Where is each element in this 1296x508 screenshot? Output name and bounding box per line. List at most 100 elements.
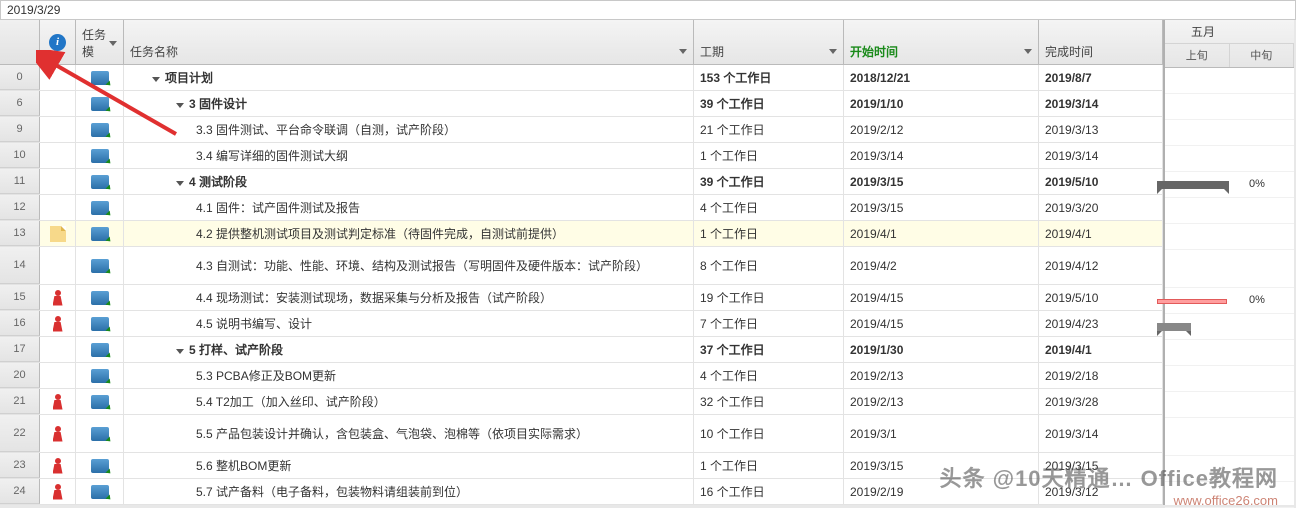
dur-cell[interactable]: 1 个工作日 — [694, 143, 844, 168]
row-number[interactable]: 0 — [0, 65, 40, 90]
row-number[interactable]: 17 — [0, 337, 40, 362]
dur-cell[interactable]: 7 个工作日 — [694, 311, 844, 336]
start-cell[interactable]: 2019/4/1 — [844, 221, 1039, 246]
row-number[interactable]: 15 — [0, 285, 40, 310]
task-name-cell[interactable]: 3 固件设计 — [124, 91, 694, 116]
finish-cell[interactable]: 2019/2/18 — [1039, 363, 1163, 388]
table-row[interactable]: 24 5.7 试产备料（电子备料，包装物料请组装前到位）16 个工作日2019/2… — [0, 479, 1163, 505]
task-name-cell[interactable]: 项目计划 — [124, 65, 694, 90]
row-number[interactable]: 11 — [0, 169, 40, 194]
collapse-icon[interactable] — [176, 181, 184, 186]
finish-cell[interactable]: 2019/4/1 — [1039, 221, 1163, 246]
start-cell[interactable]: 2019/2/19 — [844, 479, 1039, 504]
row-number[interactable]: 10 — [0, 143, 40, 168]
table-row[interactable]: 225.5 产品包装设计并确认，含包装盒、气泡袋、泡棉等（依项目实际需求）10 … — [0, 415, 1163, 453]
dur-cell[interactable]: 19 个工作日 — [694, 285, 844, 310]
finish-cell[interactable]: 2019/5/10 — [1039, 285, 1163, 310]
dur-cell[interactable]: 37 个工作日 — [694, 337, 844, 362]
task-name-cell[interactable]: 5.4 T2加工（加入丝印、试产阶段） — [124, 389, 694, 414]
row-number[interactable]: 14 — [0, 247, 40, 284]
table-row[interactable]: 21 5.4 T2加工（加入丝印、试产阶段）32 个工作日2019/2/13201… — [0, 389, 1163, 415]
row-number[interactable]: 13 — [0, 221, 40, 246]
header-name[interactable]: 任务名称 — [124, 20, 694, 64]
collapse-icon[interactable] — [176, 349, 184, 354]
finish-cell[interactable]: 2019/3/15 — [1039, 453, 1163, 478]
task-name-cell[interactable]: 4.3 自测试：功能、性能、环境、结构及测试报告（写明固件及硬件版本：试产阶段） — [124, 247, 694, 284]
table-row[interactable]: 14 4.3 自测试：功能、性能、环境、结构及测试报告（写明固件及硬件版本：试产阶… — [0, 247, 1163, 285]
table-row[interactable]: 103.4 编写详细的固件测试大纲1 个工作日2019/3/142019/3/1… — [0, 143, 1163, 169]
task-name-cell[interactable]: 3.3 固件测试、平台命令联调（自测，试产阶段） — [124, 117, 694, 142]
row-number[interactable]: 21 — [0, 389, 40, 414]
start-cell[interactable]: 2019/1/30 — [844, 337, 1039, 362]
start-cell[interactable]: 2019/2/13 — [844, 389, 1039, 414]
row-number[interactable]: 12 — [0, 195, 40, 220]
row-number[interactable]: 24 — [0, 479, 40, 504]
table-row[interactable]: 235.6 整机BOM更新1 个工作日2019/3/152019/3/15 — [0, 453, 1163, 479]
finish-cell[interactable]: 2019/4/23 — [1039, 311, 1163, 336]
dur-cell[interactable]: 10 个工作日 — [694, 415, 844, 452]
task-name-cell[interactable]: 4.2 提供整机测试项目及测试判定标准（待固件完成，自测试前提供） — [124, 221, 694, 246]
collapse-icon[interactable] — [176, 103, 184, 108]
collapse-icon[interactable] — [152, 77, 160, 82]
finish-cell[interactable]: 2019/3/14 — [1039, 143, 1163, 168]
finish-cell[interactable]: 2019/3/13 — [1039, 117, 1163, 142]
table-row[interactable]: 114 测试阶段39 个工作日2019/3/152019/5/10 — [0, 169, 1163, 195]
start-cell[interactable]: 2019/4/15 — [844, 311, 1039, 336]
row-number[interactable]: 6 — [0, 91, 40, 116]
finish-cell[interactable]: 2019/3/14 — [1039, 91, 1163, 116]
start-cell[interactable]: 2019/3/15 — [844, 195, 1039, 220]
header-mode[interactable]: 任务模 — [76, 20, 124, 64]
header-finish[interactable]: 完成时间 — [1039, 20, 1163, 64]
finish-cell[interactable]: 2019/3/28 — [1039, 389, 1163, 414]
dur-cell[interactable]: 39 个工作日 — [694, 91, 844, 116]
dur-cell[interactable]: 1 个工作日 — [694, 221, 844, 246]
table-row[interactable]: 15 4.4 现场测试：安装测试现场，数据采集与分析及报告（试产阶段）19 个工作… — [0, 285, 1163, 311]
row-number[interactable]: 23 — [0, 453, 40, 478]
dur-cell[interactable]: 4 个工作日 — [694, 363, 844, 388]
start-cell[interactable]: 2019/4/2 — [844, 247, 1039, 284]
row-number[interactable]: 16 — [0, 311, 40, 336]
task-name-cell[interactable]: 5.7 试产备料（电子备料，包装物料请组装前到位） — [124, 479, 694, 504]
table-row[interactable]: 6 3 固件设计39 个工作日2019/1/102019/3/14 — [0, 91, 1163, 117]
start-cell[interactable]: 2019/1/10 — [844, 91, 1039, 116]
date-input-bar[interactable]: 2019/3/29 — [0, 0, 1296, 20]
dur-cell[interactable]: 153 个工作日 — [694, 65, 844, 90]
finish-cell[interactable]: 2019/4/1 — [1039, 337, 1163, 362]
dur-cell[interactable]: 32 个工作日 — [694, 389, 844, 414]
task-name-cell[interactable]: 4 测试阶段 — [124, 169, 694, 194]
header-rownum[interactable] — [0, 20, 40, 64]
start-cell[interactable]: 2019/3/14 — [844, 143, 1039, 168]
start-cell[interactable]: 2019/2/13 — [844, 363, 1039, 388]
dur-cell[interactable]: 1 个工作日 — [694, 453, 844, 478]
header-info[interactable]: i — [40, 20, 76, 64]
dur-cell[interactable]: 21 个工作日 — [694, 117, 844, 142]
table-row[interactable]: 93.3 固件测试、平台命令联调（自测，试产阶段）21 个工作日2019/2/1… — [0, 117, 1163, 143]
task-name-cell[interactable]: 4.4 现场测试：安装测试现场，数据采集与分析及报告（试产阶段） — [124, 285, 694, 310]
table-row[interactable]: 0 项目计划153 个工作日2018/12/212019/8/7 — [0, 65, 1163, 91]
finish-cell[interactable]: 2019/5/10 — [1039, 169, 1163, 194]
table-row[interactable]: 175 打样、试产阶段37 个工作日2019/1/302019/4/1 — [0, 337, 1163, 363]
task-name-cell[interactable]: 3.4 编写详细的固件测试大纲 — [124, 143, 694, 168]
task-name-cell[interactable]: 4.5 说明书编写、设计 — [124, 311, 694, 336]
row-number[interactable]: 20 — [0, 363, 40, 388]
table-row[interactable]: 13 4.2 提供整机测试项目及测试判定标准（待固件完成，自测试前提供）1 个工作… — [0, 221, 1163, 247]
finish-cell[interactable]: 2019/4/12 — [1039, 247, 1163, 284]
start-cell[interactable]: 2019/3/1 — [844, 415, 1039, 452]
row-number[interactable]: 9 — [0, 117, 40, 142]
finish-cell[interactable]: 2019/3/14 — [1039, 415, 1163, 452]
start-cell[interactable]: 2019/3/15 — [844, 453, 1039, 478]
task-name-cell[interactable]: 5.5 产品包装设计并确认，含包装盒、气泡袋、泡棉等（依项目实际需求） — [124, 415, 694, 452]
task-name-cell[interactable]: 4.1 固件：试产固件测试及报告 — [124, 195, 694, 220]
task-name-cell[interactable]: 5.3 PCBA修正及BOM更新 — [124, 363, 694, 388]
finish-cell[interactable]: 2019/8/7 — [1039, 65, 1163, 90]
gantt-chart[interactable]: 五月 上旬 中旬 0%0% — [1164, 20, 1294, 505]
dur-cell[interactable]: 4 个工作日 — [694, 195, 844, 220]
start-cell[interactable]: 2019/3/15 — [844, 169, 1039, 194]
finish-cell[interactable]: 2019/3/20 — [1039, 195, 1163, 220]
task-name-cell[interactable]: 5.6 整机BOM更新 — [124, 453, 694, 478]
header-duration[interactable]: 工期 — [694, 20, 844, 64]
dur-cell[interactable]: 16 个工作日 — [694, 479, 844, 504]
table-row[interactable]: 12 4.1 固件：试产固件测试及报告4 个工作日2019/3/152019/3/… — [0, 195, 1163, 221]
start-cell[interactable]: 2018/12/21 — [844, 65, 1039, 90]
dur-cell[interactable]: 8 个工作日 — [694, 247, 844, 284]
